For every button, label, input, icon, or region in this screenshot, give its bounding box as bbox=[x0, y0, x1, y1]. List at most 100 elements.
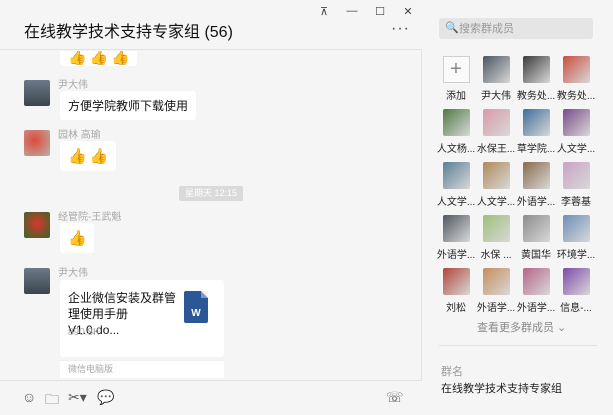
member-item[interactable]: 水保 ... bbox=[475, 215, 517, 261]
member-name: 信息-... bbox=[560, 303, 592, 314]
file-message[interactable]: 企业微信安装及群管理使用手册 V1.0.do... 890.8K W bbox=[60, 280, 224, 357]
member-item[interactable]: 外语学... bbox=[515, 162, 557, 208]
message-list[interactable]: 👍 👍 👍 尹大伟 方便学院教师下载使用 园林 高瑜 👍 👍 星期天 12:15 经管… bbox=[0, 51, 422, 379]
plus-icon: + bbox=[442, 56, 470, 83]
avatar bbox=[482, 268, 510, 295]
minimize-icon[interactable]: — bbox=[338, 0, 366, 22]
avatar bbox=[442, 162, 470, 189]
member-name: 草学院... bbox=[516, 144, 556, 155]
time-divider: 星期天 12:15 bbox=[179, 186, 244, 201]
member-item[interactable]: 外语学... bbox=[475, 268, 517, 314]
member-search[interactable]: 🔍 bbox=[439, 18, 593, 39]
pin-icon[interactable]: ⊼ bbox=[310, 0, 338, 22]
member-name: 外语学... bbox=[516, 197, 556, 208]
file-size: 890.8K bbox=[68, 327, 100, 338]
member-name: 水保王... bbox=[476, 144, 516, 155]
member-name: 人文杨... bbox=[436, 144, 476, 155]
avatar[interactable] bbox=[24, 268, 50, 294]
member-name: 刘松 bbox=[446, 303, 466, 314]
chat-bubble-icon[interactable]: 💬 bbox=[97, 389, 114, 406]
member-item[interactable]: 尹大伟 bbox=[475, 56, 517, 102]
avatar bbox=[562, 162, 590, 189]
add-member-button[interactable]: + 添加 bbox=[435, 56, 477, 102]
input-toolbar: ☺ 🗀 ✂▾ 💬 ☏ bbox=[0, 380, 422, 415]
scissors-icon[interactable]: ✂▾ bbox=[68, 389, 87, 406]
close-icon[interactable]: ✕ bbox=[394, 0, 422, 22]
member-item[interactable]: 人文杨... bbox=[435, 109, 477, 155]
member-item[interactable]: 教务处... bbox=[555, 56, 597, 102]
group-name-label: 群名 bbox=[441, 366, 463, 378]
member-item[interactable]: 人文学... bbox=[435, 162, 477, 208]
member-name: 教务处... bbox=[556, 91, 596, 102]
member-item[interactable]: 人文学... bbox=[555, 109, 597, 155]
member-name: 李蓉基 bbox=[561, 197, 591, 208]
more-options-icon[interactable]: ··· bbox=[391, 20, 410, 38]
avatar bbox=[442, 109, 470, 136]
member-item[interactable]: 外语学... bbox=[435, 215, 477, 261]
group-name-value[interactable]: 在线教学技术支持专家组 bbox=[441, 380, 562, 396]
avatar bbox=[522, 109, 550, 136]
member-item[interactable]: 教务处... bbox=[515, 56, 557, 102]
message-bubble[interactable]: 👍 👍 bbox=[60, 141, 116, 171]
message-bubble[interactable]: 👍 bbox=[60, 223, 94, 253]
thumbs-up-icon: 👍 bbox=[89, 51, 109, 66]
folder-icon[interactable]: 🗀 bbox=[45, 389, 59, 413]
video-call-icon[interactable]: ☏ bbox=[386, 389, 404, 406]
avatar bbox=[522, 56, 550, 83]
avatar bbox=[562, 268, 590, 295]
member-item[interactable]: 环境学... bbox=[555, 215, 597, 261]
avatar bbox=[442, 215, 470, 242]
member-name: 外语学... bbox=[476, 303, 516, 314]
chat-panel: 在线教学技术支持专家组 (56) ⊼ — ☐ ✕ ··· 👍 👍 👍 尹大伟 方便学… bbox=[0, 0, 422, 415]
avatar bbox=[442, 268, 470, 295]
search-icon: 🔍 bbox=[445, 22, 459, 34]
member-item[interactable]: 外语学... bbox=[515, 268, 557, 314]
member-name: 外语学... bbox=[436, 250, 476, 261]
avatar[interactable] bbox=[24, 80, 50, 106]
member-item[interactable]: 水保王... bbox=[475, 109, 517, 155]
avatar bbox=[562, 109, 590, 136]
thumbs-up-icon: 👍 bbox=[111, 51, 131, 66]
thumbs-up-icon: 👍 bbox=[68, 148, 87, 165]
emoji-icon[interactable]: ☺ bbox=[22, 389, 36, 405]
message-bubble[interactable]: 👍 👍 👍 bbox=[60, 51, 137, 66]
member-item[interactable]: 李蓉基 bbox=[555, 162, 597, 208]
avatar bbox=[482, 215, 510, 242]
member-name: 水保 ... bbox=[480, 250, 512, 261]
avatar[interactable] bbox=[24, 212, 50, 238]
member-name: 尹大伟 bbox=[481, 91, 511, 102]
file-source: 微信电脑版 bbox=[60, 360, 224, 378]
avatar bbox=[482, 109, 510, 136]
sender-name: 尹大伟 bbox=[58, 268, 88, 279]
avatar bbox=[522, 162, 550, 189]
avatar[interactable] bbox=[24, 130, 50, 156]
member-name: 人文学... bbox=[556, 144, 596, 155]
member-name: 环境学... bbox=[556, 250, 596, 261]
member-item[interactable]: 草学院... bbox=[515, 109, 557, 155]
member-name: 人文学... bbox=[476, 197, 516, 208]
message-bubble[interactable]: 方便学院教师下载使用 bbox=[60, 91, 197, 120]
window-controls: ⊼ — ☐ ✕ bbox=[310, 0, 422, 22]
member-name: 人文学... bbox=[436, 197, 476, 208]
member-item[interactable]: 刘松 bbox=[435, 268, 477, 314]
group-info-sidebar: 🔍 + 添加 尹大伟教务处...教务处...人文杨...水保王...草学院...… bbox=[423, 0, 613, 415]
maximize-icon[interactable]: ☐ bbox=[366, 0, 394, 22]
avatar bbox=[522, 215, 550, 242]
member-item[interactable]: 人文学... bbox=[475, 162, 517, 208]
see-more-members-link[interactable]: 查看更多群成员 ⌄ bbox=[477, 319, 566, 335]
sender-name: 园林 高瑜 bbox=[58, 130, 101, 141]
member-search-input[interactable] bbox=[459, 18, 589, 39]
member-item[interactable]: 黄国华 bbox=[515, 215, 557, 261]
member-name: 黄国华 bbox=[521, 250, 551, 261]
sender-name: 尹大伟 bbox=[58, 80, 88, 91]
avatar bbox=[482, 56, 510, 83]
chat-title: 在线教学技术支持专家组 (56) bbox=[24, 24, 233, 41]
divider bbox=[439, 345, 597, 346]
avatar bbox=[522, 268, 550, 295]
message-text: 方便学院教师下载使用 bbox=[68, 99, 189, 113]
member-item[interactable]: 信息-... bbox=[555, 268, 597, 314]
thumbs-up-icon: 👍 bbox=[68, 51, 87, 66]
word-file-icon: W bbox=[184, 291, 208, 323]
sender-name: 经管院-王武魁 bbox=[58, 212, 122, 223]
chat-header: 在线教学技术支持专家组 (56) ⊼ — ☐ ✕ ··· bbox=[0, 0, 422, 50]
